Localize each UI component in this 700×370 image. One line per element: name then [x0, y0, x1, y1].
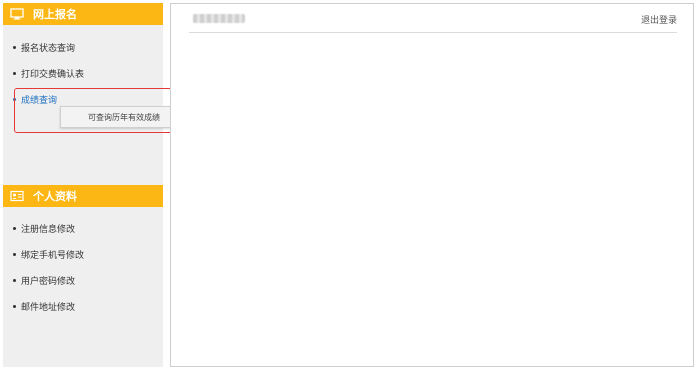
section-title: 个人资料 — [33, 190, 77, 203]
bullet-icon — [13, 227, 16, 230]
menu-item-label: 绑定手机号修改 — [21, 251, 85, 261]
bullet-icon — [13, 46, 16, 49]
menu-item-edit-email[interactable]: 邮件地址修改 — [13, 300, 75, 313]
menu-item-label: 用户密码修改 — [21, 277, 76, 287]
bullet-icon — [13, 253, 16, 256]
logout-link[interactable]: 退出登录 — [641, 13, 677, 26]
id-card-icon — [9, 188, 25, 204]
menu-item-label: 报名状态查询 — [21, 44, 76, 54]
section-header-personal-info: 个人资料 — [3, 185, 163, 207]
header-bar: 退出登录 — [189, 4, 677, 33]
bullet-icon — [13, 279, 16, 282]
highlight-box — [14, 88, 187, 133]
menu-item-edit-phone[interactable]: 绑定手机号修改 — [13, 248, 84, 261]
menu-item-label: 注册信息修改 — [21, 225, 76, 235]
menu-item-registration-status[interactable]: 报名状态查询 — [13, 41, 75, 54]
section-title: 网上报名 — [33, 8, 77, 21]
bullet-icon — [13, 72, 16, 75]
menu-item-print-payment-confirmation[interactable]: 打印交费确认表 — [13, 67, 84, 80]
menu-item-label: 打印交费确认表 — [21, 70, 85, 80]
menu-item-edit-registration-info[interactable]: 注册信息修改 — [13, 222, 75, 235]
blurred-username — [193, 14, 245, 23]
section-header-online-registration: 网上报名 — [3, 3, 163, 25]
main-content: 退出登录 — [170, 3, 694, 367]
menu-item-edit-password[interactable]: 用户密码修改 — [13, 274, 75, 287]
bullet-icon — [13, 305, 16, 308]
menu-item-label: 邮件地址修改 — [21, 303, 76, 313]
monitor-icon — [9, 6, 25, 22]
sidebar: 网上报名 报名状态查询 打印交费确认表 成绩查询 个人资料 注册信息修改 绑定手… — [3, 3, 163, 367]
